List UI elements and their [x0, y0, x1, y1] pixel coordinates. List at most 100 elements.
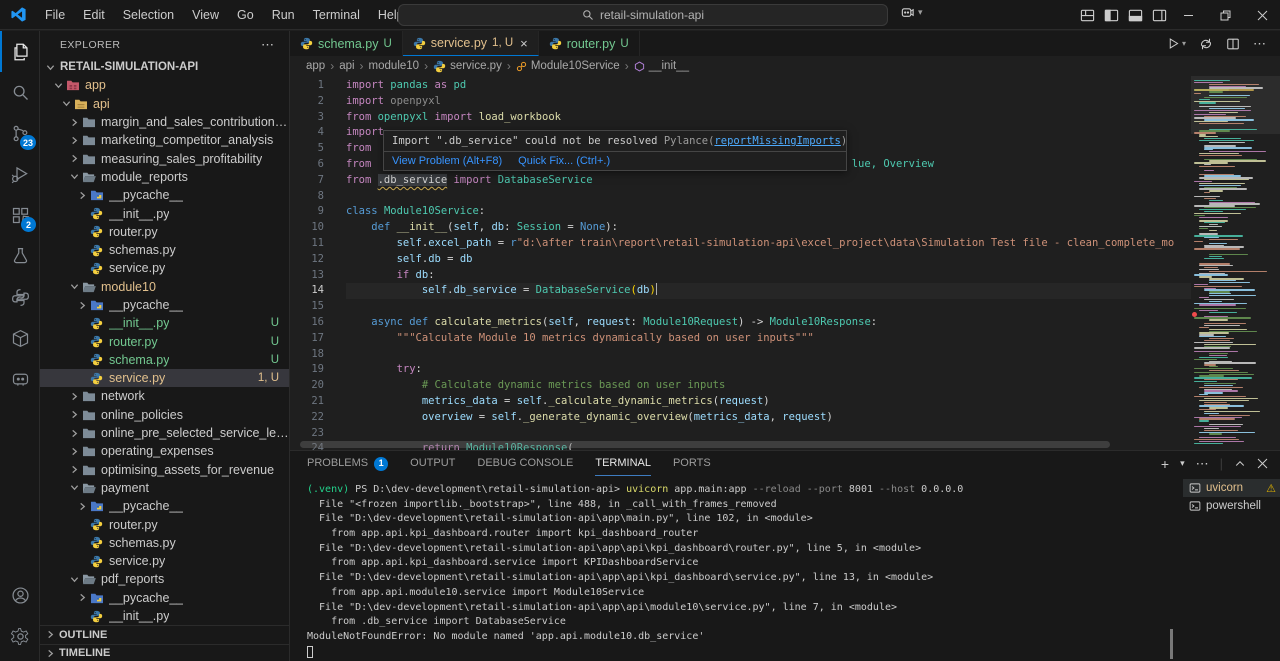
activity-containers[interactable] — [0, 318, 40, 359]
terminal-dropdown-icon[interactable]: ▾ — [1180, 458, 1185, 469]
new-terminal-icon[interactable]: + — [1161, 456, 1169, 472]
breadcrumb-service.py[interactable]: service.py — [433, 60, 502, 73]
code-line[interactable]: """Calculate Module 10 metrics dynamical… — [346, 331, 1191, 347]
tree-item-online_pre_selected_service_level[interactable]: online_pre_selected_service_level — [40, 424, 289, 442]
activity-search[interactable] — [0, 72, 40, 113]
split-editor-icon[interactable] — [1226, 37, 1240, 51]
menu-terminal[interactable]: Terminal — [304, 0, 369, 30]
tree-item-app[interactable]: app — [40, 76, 289, 94]
breadcrumb-module10[interactable]: module10 — [369, 60, 420, 72]
customize-layout-icon[interactable] — [1080, 8, 1095, 23]
horizontal-scrollbar[interactable] — [300, 441, 1110, 448]
menu-go[interactable]: Go — [228, 0, 263, 30]
breadcrumb-app[interactable]: app — [306, 60, 325, 72]
tab-service.py[interactable]: service.py1, U× — [403, 31, 539, 56]
activity-chat[interactable] — [0, 359, 40, 400]
tree-item-schema.py[interactable]: schema.pyU — [40, 351, 289, 369]
code-line[interactable] — [346, 347, 1191, 363]
section-outline[interactable]: OUTLINE — [40, 625, 289, 643]
tree-item-__init__.py[interactable]: __init__.pyU — [40, 314, 289, 332]
tree-item-__pycache__[interactable]: __pycache__ — [40, 589, 289, 607]
code-line[interactable]: # Calculate dynamic metrics based on use… — [346, 378, 1191, 394]
close-window-button[interactable] — [1244, 0, 1280, 30]
run-or-debug-icon[interactable] — [1199, 37, 1213, 51]
activity-testing[interactable] — [0, 236, 40, 277]
minimize-button[interactable] — [1170, 0, 1207, 30]
tab-schema.py[interactable]: schema.pyU — [290, 31, 403, 56]
terminal-instance-powershell[interactable]: powershell — [1183, 497, 1280, 515]
close-tab-icon[interactable]: × — [520, 36, 528, 51]
tree-item-module_reports[interactable]: module_reports — [40, 168, 289, 186]
panel-tab-output[interactable]: OUTPUT — [410, 451, 455, 476]
toggle-secondary-sidebar-icon[interactable] — [1152, 8, 1167, 23]
tree-item-margin_and_sales_contribution_analysis[interactable]: margin_and_sales_contribution_analysis — [40, 113, 289, 131]
menu-run[interactable]: Run — [263, 0, 304, 30]
tree-item-service.py[interactable]: service.py — [40, 552, 289, 570]
minimap[interactable] — [1191, 76, 1280, 450]
tree-item-service.py[interactable]: service.py1, U — [40, 369, 289, 387]
tree-root[interactable]: RETAIL-SIMULATION-API — [40, 58, 289, 76]
terminal-output[interactable]: (.venv) PS D:\dev-development\retail-sim… — [307, 483, 1167, 658]
code-line[interactable]: overview = self._generate_dynamic_overvi… — [346, 410, 1191, 426]
menu-file[interactable]: File — [36, 0, 74, 30]
explorer-more-actions-icon[interactable]: ⋯ — [261, 37, 275, 53]
tree-item-router.py[interactable]: router.py — [40, 515, 289, 533]
menu-view[interactable]: View — [183, 0, 228, 30]
panel-tab-problems[interactable]: PROBLEMS1 — [307, 451, 388, 476]
panel-tab-ports[interactable]: PORTS — [673, 451, 711, 476]
tree-item-__pycache__[interactable]: __pycache__ — [40, 296, 289, 314]
close-panel-icon[interactable] — [1257, 458, 1268, 469]
code-line[interactable]: if db: — [346, 268, 1191, 284]
breadcrumb-Module10Service[interactable]: Module10Service — [516, 60, 620, 72]
code-line[interactable]: class Module10Service: — [346, 204, 1191, 220]
code-line[interactable]: metrics_data = self._calculate_dynamic_m… — [346, 394, 1191, 410]
section-timeline[interactable]: TIMELINE — [40, 644, 289, 661]
restore-button[interactable] — [1207, 0, 1244, 30]
maximize-panel-icon[interactable] — [1234, 458, 1246, 470]
tree-item-payment[interactable]: payment — [40, 479, 289, 497]
activity-explorer[interactable] — [0, 31, 40, 72]
tree-item-router.py[interactable]: router.pyU — [40, 332, 289, 350]
terminal-scrollbar[interactable] — [1170, 629, 1173, 659]
tree-item-marketing_competitor_analysis[interactable]: marketing_competitor_analysis — [40, 131, 289, 149]
tree-item-__pycache__[interactable]: __pycache__ — [40, 186, 289, 204]
activity-extensions[interactable]: 2 — [0, 195, 40, 236]
command-center-search[interactable]: retail-simulation-api — [398, 4, 888, 26]
menu-selection[interactable]: Selection — [114, 0, 183, 30]
panel-tab-debug-console[interactable]: DEBUG CONSOLE — [477, 451, 573, 476]
toggle-sidebar-icon[interactable] — [1104, 8, 1119, 23]
breadcrumb-api[interactable]: api — [339, 60, 354, 72]
editor-more-actions-icon[interactable]: ⋯ — [1253, 36, 1266, 52]
panel-tab-terminal[interactable]: TERMINAL — [595, 451, 651, 476]
tree-item-online_policies[interactable]: online_policies — [40, 406, 289, 424]
activity-python[interactable] — [0, 277, 40, 318]
tree-item-api[interactable]: api — [40, 95, 289, 113]
code-line[interactable]: self.db_service = DatabaseService(db) — [346, 283, 1191, 299]
code-line[interactable] — [346, 299, 1191, 315]
activity-source-control[interactable]: 23 — [0, 113, 40, 154]
tree-item-schemas.py[interactable]: schemas.py — [40, 534, 289, 552]
tree-item-measuring_sales_profitability[interactable]: measuring_sales_profitability — [40, 149, 289, 167]
view-problem-link[interactable]: View Problem (Alt+F8) — [392, 155, 502, 167]
copilot-button[interactable]: ▾ — [900, 5, 923, 20]
tree-item-pdf_reports[interactable]: pdf_reports — [40, 570, 289, 588]
code-line[interactable]: from openpyxl import load_workbook — [346, 110, 1191, 126]
tree-item-operating_expenses[interactable]: operating_expenses — [40, 442, 289, 460]
tooltip-rule-link[interactable]: reportMissingImports — [714, 135, 840, 147]
code-line[interactable]: self.db = db — [346, 252, 1191, 268]
quick-fix-link[interactable]: Quick Fix... (Ctrl+.) — [518, 155, 610, 167]
panel-more-actions-icon[interactable]: ⋯ — [1196, 456, 1209, 472]
tree-item-module10[interactable]: module10 — [40, 278, 289, 296]
code-line[interactable] — [346, 189, 1191, 205]
toggle-panel-icon[interactable] — [1128, 8, 1143, 23]
tree-item-service.py[interactable]: service.py — [40, 259, 289, 277]
tree-item-__init__.py[interactable]: __init__.py — [40, 204, 289, 222]
tree-item-schemas.py[interactable]: schemas.py — [40, 241, 289, 259]
activity-settings[interactable] — [0, 616, 40, 657]
code-line[interactable]: self.excel_path = r"d:\after train\repor… — [346, 236, 1191, 252]
tree-item-__pycache__[interactable]: __pycache__ — [40, 497, 289, 515]
breadcrumb-__init__[interactable]: __init__ — [634, 60, 689, 72]
code-line[interactable]: import pandas as pd — [346, 78, 1191, 94]
tree-item-network[interactable]: network — [40, 387, 289, 405]
activity-run-debug[interactable] — [0, 154, 40, 195]
